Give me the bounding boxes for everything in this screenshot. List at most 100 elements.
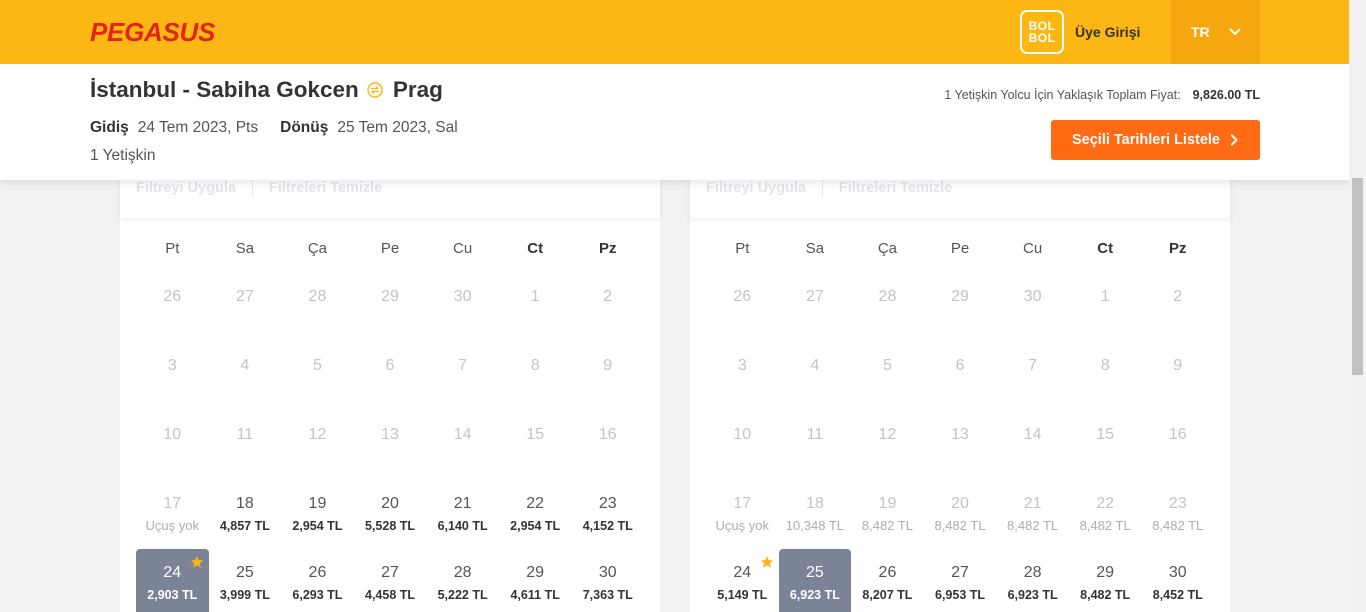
return-label: Dönüş bbox=[280, 119, 329, 136]
day-number: 29 bbox=[526, 564, 545, 581]
day-cell[interactable]: 20 5,528 TL bbox=[354, 480, 427, 549]
day-cell[interactable]: 25 3,999 TL bbox=[209, 549, 282, 612]
day-number: 21 bbox=[453, 495, 472, 512]
day-cell[interactable]: 26 6,293 TL bbox=[281, 549, 354, 612]
page-scrollbar[interactable] bbox=[1349, 0, 1366, 612]
day-cell[interactable]: 29 4,611 TL bbox=[499, 549, 572, 612]
day-number: 29 bbox=[1096, 564, 1115, 581]
day-cell: 22 8,482 TL bbox=[1069, 480, 1142, 549]
day-cell: 5 bbox=[281, 342, 354, 411]
day-cell[interactable]: 26 8,207 TL bbox=[851, 549, 924, 612]
weekday-label: Pz bbox=[1169, 240, 1187, 257]
day-cell: 2 bbox=[1141, 273, 1214, 342]
weekday-label: Ct bbox=[527, 240, 544, 257]
calendar-week: 26 27 28 29 30 1 2 bbox=[136, 273, 644, 342]
chevron-right-icon bbox=[1229, 134, 1239, 146]
filter-divider bbox=[251, 179, 253, 197]
day-number: 13 bbox=[951, 426, 969, 443]
day-price: 6,293 TL bbox=[292, 588, 343, 602]
day-number: 19 bbox=[878, 495, 897, 512]
day-number: 28 bbox=[453, 564, 472, 581]
clear-filters-button[interactable]: Filtreleri Temizle bbox=[839, 178, 952, 198]
day-price: 6,953 TL bbox=[935, 588, 986, 602]
day-price: 8,482 TL bbox=[1080, 588, 1131, 602]
day-number: 27 bbox=[951, 564, 969, 581]
day-number: 29 bbox=[381, 288, 399, 305]
day-cell: 21 8,482 TL bbox=[996, 480, 1069, 549]
day-cell[interactable]: 30 8,452 TL bbox=[1141, 549, 1214, 612]
day-number: 20 bbox=[951, 495, 969, 512]
day-cell: 19 8,482 TL bbox=[851, 480, 924, 549]
trip-summary-bar: İstanbul - Sabiha Gokcen Prag Gidiş 24 T… bbox=[0, 64, 1349, 180]
calendar-week: 24 2,903 TL 25 3,999 TL 26 6,293 TL 27 4,458 TL… bbox=[136, 549, 644, 612]
day-cell: 30 bbox=[426, 273, 499, 342]
day-cell: 8 bbox=[499, 342, 572, 411]
scrollbar-thumb[interactable] bbox=[1352, 178, 1363, 375]
list-selected-dates-button[interactable]: Seçili Tarihleri Listele bbox=[1051, 120, 1260, 160]
day-cell: 8 bbox=[1069, 342, 1142, 411]
list-button-label: Seçili Tarihleri Listele bbox=[1071, 132, 1221, 148]
day-number: 14 bbox=[453, 426, 472, 443]
day-cell: 17 Uçuş yok bbox=[136, 480, 209, 549]
day-price: 4,458 TL bbox=[365, 588, 416, 602]
day-cell: 28 bbox=[851, 273, 924, 342]
login-label: Üye Girişi bbox=[1075, 24, 1141, 40]
day-number: 7 bbox=[1028, 357, 1038, 374]
day-cell[interactable]: 19 2,954 TL bbox=[281, 480, 354, 549]
day-cell[interactable]: 24 5,149 TL bbox=[706, 549, 779, 612]
day-cell[interactable]: 29 8,482 TL bbox=[1069, 549, 1142, 612]
day-cell[interactable]: 22 2,954 TL bbox=[499, 480, 572, 549]
day-cell: 20 8,482 TL bbox=[924, 480, 997, 549]
language-selector[interactable]: TR bbox=[1171, 0, 1260, 64]
day-number: 8 bbox=[530, 357, 540, 374]
weekday-header: Pt Sa Ça Pe Cu Ct Pz bbox=[136, 230, 644, 268]
day-number: 30 bbox=[453, 288, 472, 305]
day-cell: 12 bbox=[851, 411, 924, 480]
day-cell[interactable]: 27 6,953 TL bbox=[924, 549, 997, 612]
day-number: 28 bbox=[878, 288, 897, 305]
login-link[interactable]: BOL BOL Üye Girişi bbox=[1020, 10, 1140, 54]
day-number: 1 bbox=[1100, 288, 1110, 305]
day-cell: 27 bbox=[779, 273, 852, 342]
day-number: 6 bbox=[955, 357, 965, 374]
day-cell[interactable]: 18 4,857 TL bbox=[209, 480, 282, 549]
day-cell: 14 bbox=[996, 411, 1069, 480]
selected-day-cell[interactable]: 25 6,923 TL bbox=[778, 549, 852, 612]
apply-filter-button[interactable]: Filtreyi Uygula bbox=[136, 178, 236, 198]
day-number: 25 bbox=[805, 564, 824, 581]
clear-filters-button[interactable]: Filtreleri Temizle bbox=[269, 178, 382, 198]
day-number: 22 bbox=[1096, 495, 1115, 512]
day-number: 30 bbox=[598, 564, 617, 581]
day-price: 2,954 TL bbox=[292, 519, 343, 533]
day-price: 7,363 TL bbox=[582, 588, 633, 602]
day-cell[interactable]: 28 5,222 TL bbox=[426, 549, 499, 612]
calendar-week: 17 Uçuş yok 18 4,857 TL 19 2,954 TL 20 5,528 TL… bbox=[136, 480, 644, 549]
day-price: 5,149 TL bbox=[717, 588, 768, 602]
day-cell: 28 bbox=[281, 273, 354, 342]
origin-city: İstanbul - Sabiha Gokcen bbox=[90, 77, 359, 102]
day-number: 26 bbox=[878, 564, 897, 581]
day-number: 18 bbox=[805, 495, 824, 512]
apply-filter-button[interactable]: Filtreyi Uygula bbox=[706, 178, 806, 198]
weekday-header: Pt Sa Ça Pe Cu Ct Pz bbox=[706, 230, 1214, 268]
day-cell: 1 bbox=[1069, 273, 1142, 342]
day-cell: 14 bbox=[426, 411, 499, 480]
calendar-week: 24 5,149 TL 25 6,923 TL 26 8,207 TL 27 6,953 TL… bbox=[706, 549, 1214, 612]
day-cell: 4 bbox=[779, 342, 852, 411]
selected-day-cell[interactable]: 24 2,903 TL bbox=[136, 549, 209, 612]
day-cell[interactable]: 21 6,140 TL bbox=[426, 480, 499, 549]
filter-divider bbox=[821, 179, 823, 197]
day-cell[interactable]: 23 4,152 TL bbox=[571, 480, 644, 549]
day-price: 3,999 TL bbox=[219, 588, 270, 602]
day-cell: 17 Uçuş yok bbox=[706, 480, 779, 549]
day-number: 17 bbox=[733, 495, 752, 512]
calendar-weeks: 26 27 28 29 30 1 2 3 4 5 6 7 8 9 10 11 12 13 14 15 16 17 Uçuş … bbox=[706, 273, 1214, 612]
calendar-week: 3 4 5 6 7 8 9 bbox=[706, 342, 1214, 411]
day-number: 16 bbox=[1168, 426, 1187, 443]
day-cell[interactable]: 28 6,923 TL bbox=[996, 549, 1069, 612]
calendar-week: 17 Uçuş yok 18 10,348 TL 19 8,482 TL 20 8,482 T… bbox=[706, 480, 1214, 549]
day-cell[interactable]: 30 7,363 TL bbox=[571, 549, 644, 612]
calendar-week: 10 11 12 13 14 15 16 bbox=[706, 411, 1214, 480]
day-cell[interactable]: 27 4,458 TL bbox=[354, 549, 427, 612]
day-number: 29 bbox=[951, 288, 969, 305]
